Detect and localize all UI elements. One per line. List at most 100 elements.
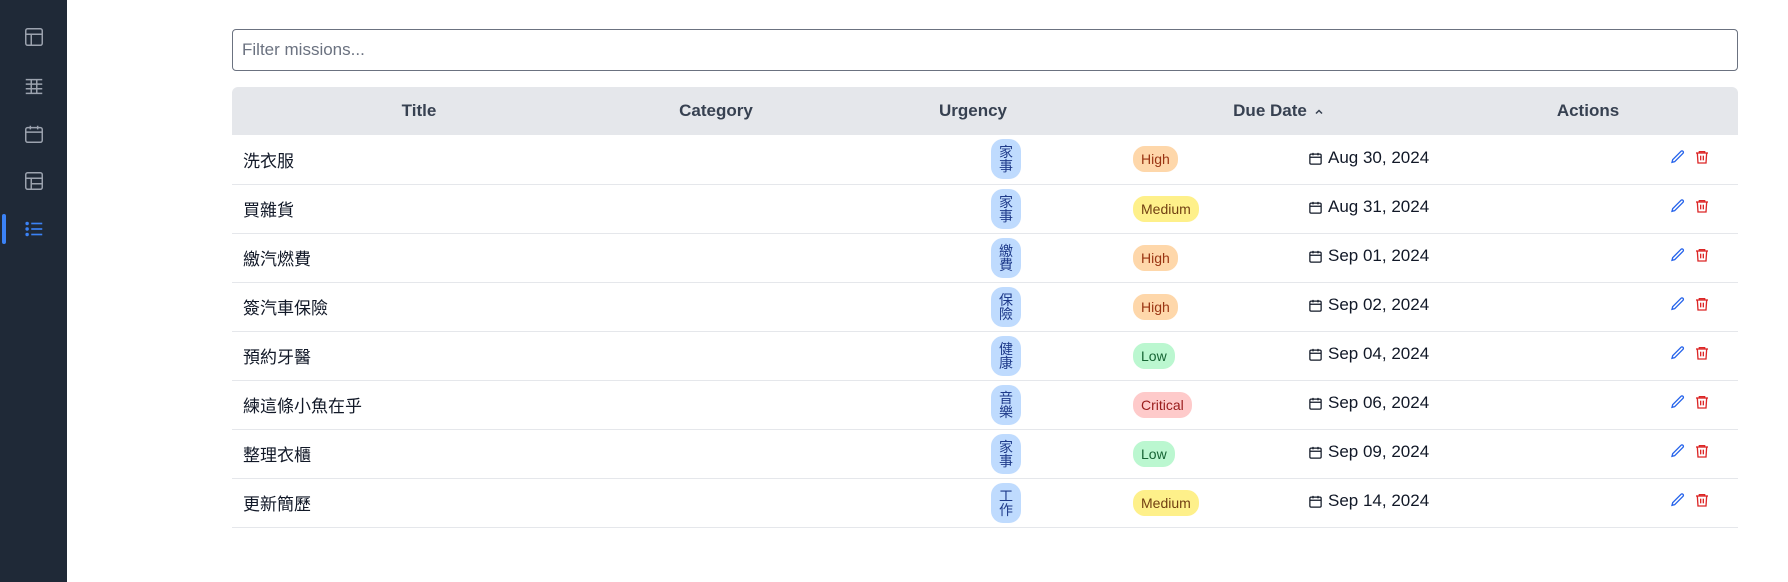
chevron-up-icon (1315, 108, 1323, 114)
urgency-badge: Medium (1133, 195, 1199, 222)
title-cell: 預約牙醫 (232, 331, 606, 380)
urgency-badge: High (1133, 146, 1178, 173)
edit-button[interactable] (1670, 149, 1686, 165)
nav-item-list-view[interactable] (0, 212, 67, 246)
mission-title: 練這條小魚在乎 (243, 397, 362, 416)
pencil-icon (1671, 493, 1685, 507)
table-row: 簽汽車保險 保險 High Sep 02, 2024 (232, 282, 1738, 331)
delete-button[interactable] (1694, 394, 1710, 410)
category-badge: 家事 (991, 433, 1021, 474)
delete-button[interactable] (1694, 296, 1710, 312)
due-date-text: Aug 30, 2024 (1328, 148, 1430, 167)
urgency-badge: Medium (1133, 489, 1199, 516)
trash-icon (1696, 200, 1708, 213)
nav-item-calendar-view[interactable] (0, 117, 67, 151)
category-badge: 音樂 (991, 384, 1021, 425)
calendar-icon (1309, 397, 1322, 410)
list-icon (24, 221, 42, 237)
column-header-title[interactable]: Title (232, 87, 606, 135)
mission-title: 預約牙醫 (243, 348, 311, 367)
urgency-cell: Medium (826, 184, 1199, 233)
category-cell: 繳費 (606, 233, 1021, 282)
category-badge: 健康 (991, 335, 1021, 376)
main-content: Title Category Urgency Due Date Actions … (232, 29, 1738, 528)
calendar-icon (1309, 348, 1322, 361)
mission-title: 更新簡歷 (243, 495, 311, 514)
due-date-text: Sep 04, 2024 (1328, 344, 1430, 364)
category-cell: 工作 (606, 478, 1021, 527)
edit-button[interactable] (1670, 247, 1686, 263)
mission-title: 買雜貨 (243, 201, 294, 220)
trash-icon (1696, 298, 1708, 311)
title-cell: 繳汽燃費 (232, 233, 606, 282)
edit-button[interactable] (1670, 443, 1686, 459)
nav-item-board-view[interactable] (0, 164, 67, 198)
actions-cell (1438, 429, 1738, 478)
pencil-icon (1671, 444, 1685, 458)
delete-button[interactable] (1694, 198, 1710, 214)
calendar-icon (1309, 299, 1322, 312)
category-cell: 音樂 (606, 380, 1021, 429)
pencil-icon (1671, 395, 1685, 409)
urgency-cell: Medium (826, 478, 1199, 527)
category-badge: 繳費 (991, 237, 1021, 278)
trash-icon (1696, 347, 1708, 360)
pencil-icon (1671, 346, 1685, 360)
urgency-badge: Low (1133, 342, 1175, 369)
calendar-icon (1309, 201, 1322, 214)
pencil-icon (1671, 297, 1685, 311)
pencil-icon (1671, 199, 1685, 213)
mission-title: 洗衣服 (243, 151, 294, 171)
category-cell: 保險 (606, 282, 1021, 331)
trash-icon (1696, 249, 1708, 262)
title-cell: 練這條小魚在乎 (232, 380, 606, 429)
actions-cell (1438, 233, 1738, 282)
delete-button[interactable] (1694, 345, 1710, 361)
trash-icon (1696, 396, 1708, 409)
category-cell: 家事 (606, 184, 1021, 233)
edit-button[interactable] (1670, 198, 1686, 214)
urgency-badge: Low (1133, 440, 1175, 467)
actions-cell (1438, 135, 1738, 184)
delete-button[interactable] (1694, 247, 1710, 263)
calendar-icon (1309, 495, 1322, 508)
table-row: 預約牙醫 健康 Low Sep 04, 2024 (232, 331, 1738, 380)
mission-title: 簽汽車保險 (243, 299, 328, 318)
title-cell: 整理衣櫃 (232, 429, 606, 478)
trash-icon (1696, 494, 1708, 507)
calendar-icon (1309, 446, 1322, 459)
table-row: 買雜貨 家事 Medium Aug 31, 2024 (232, 184, 1738, 233)
table-row: 洗衣服 家事 High Aug 30, 2024 (232, 135, 1738, 184)
column-header-urgency[interactable]: Urgency (826, 87, 1120, 135)
category-badge: 家事 (991, 139, 1021, 180)
delete-button[interactable] (1694, 443, 1710, 459)
column-header-category[interactable]: Category (606, 87, 826, 135)
urgency-cell: High (826, 135, 1178, 184)
due-date: Sep 01, 2024 (1308, 246, 1429, 266)
pencil-icon (1671, 150, 1685, 163)
nav-item-rows-view[interactable] (0, 69, 67, 103)
urgency-badge: High (1133, 293, 1178, 320)
delete-button[interactable] (1694, 492, 1710, 508)
table-row: 繳汽燃費 繳費 High Sep 01, 2024 (232, 233, 1738, 282)
due-date-text: Sep 02, 2024 (1328, 295, 1430, 315)
title-cell: 洗衣服 (232, 135, 606, 184)
nav-item-table-view[interactable] (0, 20, 67, 54)
edit-button[interactable] (1670, 296, 1686, 312)
edit-button[interactable] (1670, 492, 1686, 508)
due-date-text: Aug 31, 2024 (1328, 197, 1430, 217)
mission-title: 繳汽燃費 (243, 250, 311, 269)
delete-button[interactable] (1694, 149, 1710, 165)
edit-button[interactable] (1670, 345, 1686, 361)
filter-missions-input[interactable] (232, 29, 1738, 71)
table-header-row: Title Category Urgency Due Date Actions (232, 87, 1738, 135)
missions-table: Title Category Urgency Due Date Actions … (232, 87, 1738, 528)
table-row: 練這條小魚在乎 音樂 Critical Sep 06, 2024 (232, 380, 1738, 429)
table-rows-icon (25, 78, 42, 95)
due-date: Aug 30, 2024 (1308, 148, 1429, 168)
title-cell: 買雜貨 (232, 184, 606, 233)
due-date: Sep 04, 2024 (1308, 344, 1429, 364)
column-header-due-date[interactable]: Due Date (1120, 87, 1438, 135)
category-cell: 家事 (606, 135, 1021, 184)
edit-button[interactable] (1670, 394, 1686, 410)
